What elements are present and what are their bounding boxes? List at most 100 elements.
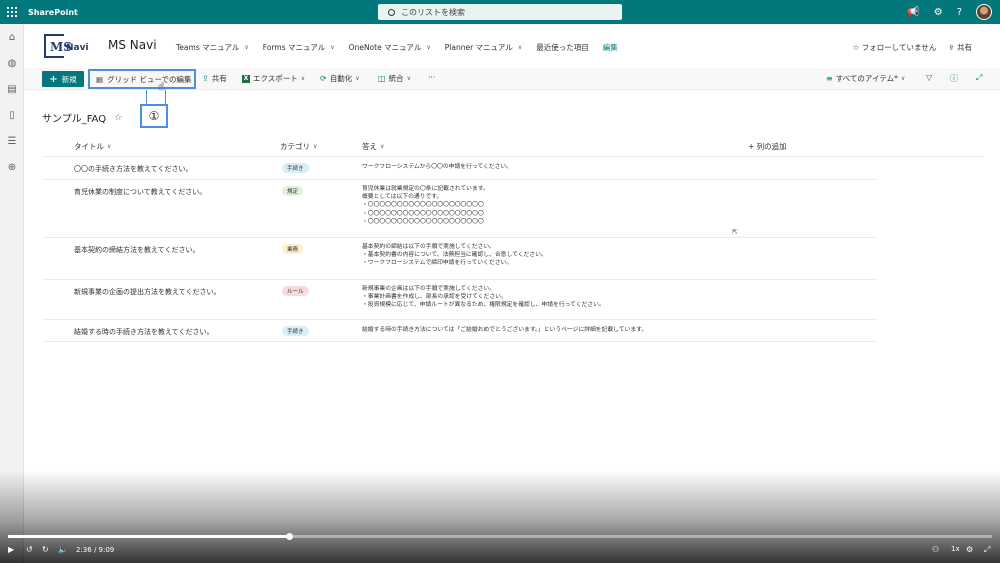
cell-answer: 育児休業は就業規定の〇条に記載されています。 概要としては以下の通りです。 ・〇… xyxy=(362,186,489,225)
category-pill: 手続き xyxy=(282,163,309,173)
megaphone-icon[interactable]: 📢 xyxy=(907,7,919,18)
cell-answer: ワークフローシステムから〇〇の申請を行ってください。 xyxy=(362,164,512,170)
new-button[interactable]: + 新規 xyxy=(42,71,84,87)
column-header-category[interactable]: カテゴリ ∨ xyxy=(280,141,317,152)
video-overlay xyxy=(0,470,1000,563)
nav-edit-link[interactable]: 編集 xyxy=(603,42,618,53)
cell-answer: 結婚する時の手続き方法については「ご結婚おめでとうございます。」というページに詳… xyxy=(362,327,648,333)
expand-icon: ⤢ xyxy=(976,73,983,82)
table-row[interactable]: 育児休業の制度について教えてください。 規定 育児休業は就業規定の〇条に記載され… xyxy=(42,180,878,238)
filter-button[interactable]: ▽ xyxy=(926,73,932,82)
chevron-down-icon: ∨ xyxy=(517,44,523,51)
nav-item-forms[interactable]: Forms マニュアル ∨ xyxy=(263,42,335,53)
list-title: サンプル_FAQ ☆ xyxy=(42,112,123,126)
list-icon[interactable]: ☰ xyxy=(0,128,24,154)
fullscreen-button[interactable]: ⤢ xyxy=(976,73,982,83)
view-selector[interactable]: ≡ すべてのアイテム* ∨ xyxy=(826,73,905,84)
share-site-button[interactable]: ⇪ 共有 xyxy=(948,42,972,53)
nav-item-planner[interactable]: Planner マニュアル ∨ xyxy=(445,42,522,53)
favorite-star-icon[interactable]: ☆ xyxy=(114,113,122,123)
cell-answer: 新規事業の企画は以下の手順で実施してください。 ・事業計画書を作成し、部長の承認… xyxy=(362,286,605,309)
video-time: 2:36 / 9:09 xyxy=(76,546,115,554)
play-icon[interactable]: ▶ xyxy=(8,545,14,554)
command-bar: + 新規 ▦ グリッド ビューでの編集 ⇪ 共有 X エクスポート ∨ ⟳ 自動化 ∨ ◫ 統合… xyxy=(24,68,1000,90)
waffle-icon xyxy=(7,7,17,17)
chevron-down-icon: ∨ xyxy=(426,44,431,51)
table-row[interactable]: 結婚する時の手続き方法を教えてください。 手続き 結婚する時の手続き方法について… xyxy=(42,320,878,342)
info-button[interactable]: ⓘ xyxy=(950,73,958,84)
callout-badge: ① xyxy=(140,104,168,128)
category-pill: 規定 xyxy=(282,186,304,196)
share-button[interactable]: ⇪ 共有 xyxy=(202,73,227,84)
export-button[interactable]: X エクスポート ∨ xyxy=(242,73,305,84)
app-launcher-button[interactable] xyxy=(0,0,24,24)
video-progress-thumb[interactable] xyxy=(286,533,294,540)
table-row[interactable]: 基本契約の締結方法を教えてください。 業務 基本契約の締結は以下の手順で実施して… xyxy=(42,238,878,280)
video-progress-bar[interactable] xyxy=(8,533,992,540)
view-list-icon: ≡ xyxy=(826,74,833,83)
plus-icon: + xyxy=(49,73,58,85)
chevron-down-icon: ∨ xyxy=(244,44,249,51)
cell-title: 〇〇の手続き方法を教えてください。 xyxy=(74,165,193,173)
chevron-down-icon: ∨ xyxy=(107,143,112,150)
search-input[interactable]: このリストを検索 xyxy=(378,4,622,20)
category-pill: 業務 xyxy=(282,244,304,254)
add-column-button[interactable]: + 列の追加 xyxy=(748,141,787,152)
chevron-down-icon: ∨ xyxy=(380,143,385,150)
chevron-down-icon: ∨ xyxy=(406,75,411,82)
fullscreen-icon[interactable]: ⤢ xyxy=(984,545,990,555)
document-icon[interactable]: ▯ xyxy=(0,102,24,128)
add-circle-icon[interactable]: ⊕ xyxy=(0,154,24,180)
volume-icon[interactable]: 🔈 xyxy=(58,545,68,554)
forward-icon[interactable]: ↻ xyxy=(42,545,49,554)
cell-title: 基本契約の締結方法を教えてください。 xyxy=(74,246,200,254)
suite-right-actions: 📢 ⚙ ? xyxy=(907,0,992,24)
more-button[interactable]: ··· xyxy=(428,73,435,82)
chevron-down-icon: ∨ xyxy=(330,44,335,51)
column-header-answer[interactable]: 答え ∨ xyxy=(362,141,384,152)
playback-speed[interactable]: 1x xyxy=(951,545,960,553)
column-header-title[interactable]: タイトル ∨ xyxy=(74,141,111,152)
nav-item-onenote[interactable]: OneNote マニュアル ∨ xyxy=(349,42,431,53)
gear-icon[interactable]: ⚙ xyxy=(934,7,943,18)
globe-icon[interactable]: ◍ xyxy=(0,50,24,76)
captions-icon[interactable]: ⚇ xyxy=(932,545,939,554)
suite-brand[interactable]: SharePoint xyxy=(28,8,78,17)
chevron-down-icon: ∨ xyxy=(300,75,306,82)
cell-answer: 基本契約の締結は以下の手順で実施してください。 ・基本契約書の内容について、法務… xyxy=(362,244,547,267)
hand-cursor-icon: ☝ xyxy=(158,80,165,93)
expand-text-icon[interactable]: ⇱ xyxy=(732,228,738,236)
category-pill: 手続き xyxy=(282,326,309,336)
integrate-button[interactable]: ◫ 統合 ∨ xyxy=(378,73,411,84)
automate-button[interactable]: ⟳ 自動化 ∨ xyxy=(320,73,360,84)
cell-title: 育児休業の制度について教えてください。 xyxy=(74,188,207,196)
settings-icon[interactable]: ⚙ xyxy=(966,545,973,554)
suite-bar: SharePoint このリストを検索 📢 ⚙ ? xyxy=(0,0,1000,24)
chevron-down-icon: ∨ xyxy=(355,75,360,82)
logo-navi: Navi xyxy=(66,43,89,53)
table-row[interactable]: 新規事業の企画の提出方法を教えてください。 ルール 新規事業の企画は以下の手順で… xyxy=(42,280,878,320)
avatar[interactable] xyxy=(976,4,992,20)
integrate-icon: ◫ xyxy=(378,74,386,83)
chevron-down-icon: ∨ xyxy=(313,143,318,150)
automate-icon: ⟳ xyxy=(320,74,327,83)
share-icon: ⇪ xyxy=(202,74,209,83)
news-icon[interactable]: ▤ xyxy=(0,76,24,102)
video-progress-fill xyxy=(8,535,290,538)
cell-title: 新規事業の企画の提出方法を教えてください。 xyxy=(74,288,221,296)
help-icon[interactable]: ? xyxy=(957,7,962,18)
site-nav: Teams マニュアル ∨ Forms マニュアル ∨ OneNote マニュアル ∨… xyxy=(176,42,618,53)
site-title[interactable]: MS Navi xyxy=(108,38,157,52)
header-actions: ☆ フォローしていません ⇪ 共有 xyxy=(853,42,972,53)
grid-icon: ▦ xyxy=(96,74,104,84)
table-row[interactable]: 〇〇の手続き方法を教えてください。 手続き ワークフローシステムから〇〇の申請を… xyxy=(42,157,878,180)
home-icon[interactable]: ⌂ xyxy=(0,24,24,50)
nav-item-teams[interactable]: Teams マニュアル ∨ xyxy=(176,42,249,53)
site-logo[interactable]: MS Navi xyxy=(44,32,94,60)
info-icon: ⓘ xyxy=(950,74,958,83)
follow-button[interactable]: ☆ フォローしていません xyxy=(853,42,937,53)
grid-view-edit-button[interactable]: ▦ グリッド ビューでの編集 xyxy=(88,69,196,89)
search-icon xyxy=(388,8,395,16)
rewind-icon[interactable]: ↺ xyxy=(26,545,33,554)
nav-item-recent[interactable]: 最近使った項目 xyxy=(536,42,589,53)
